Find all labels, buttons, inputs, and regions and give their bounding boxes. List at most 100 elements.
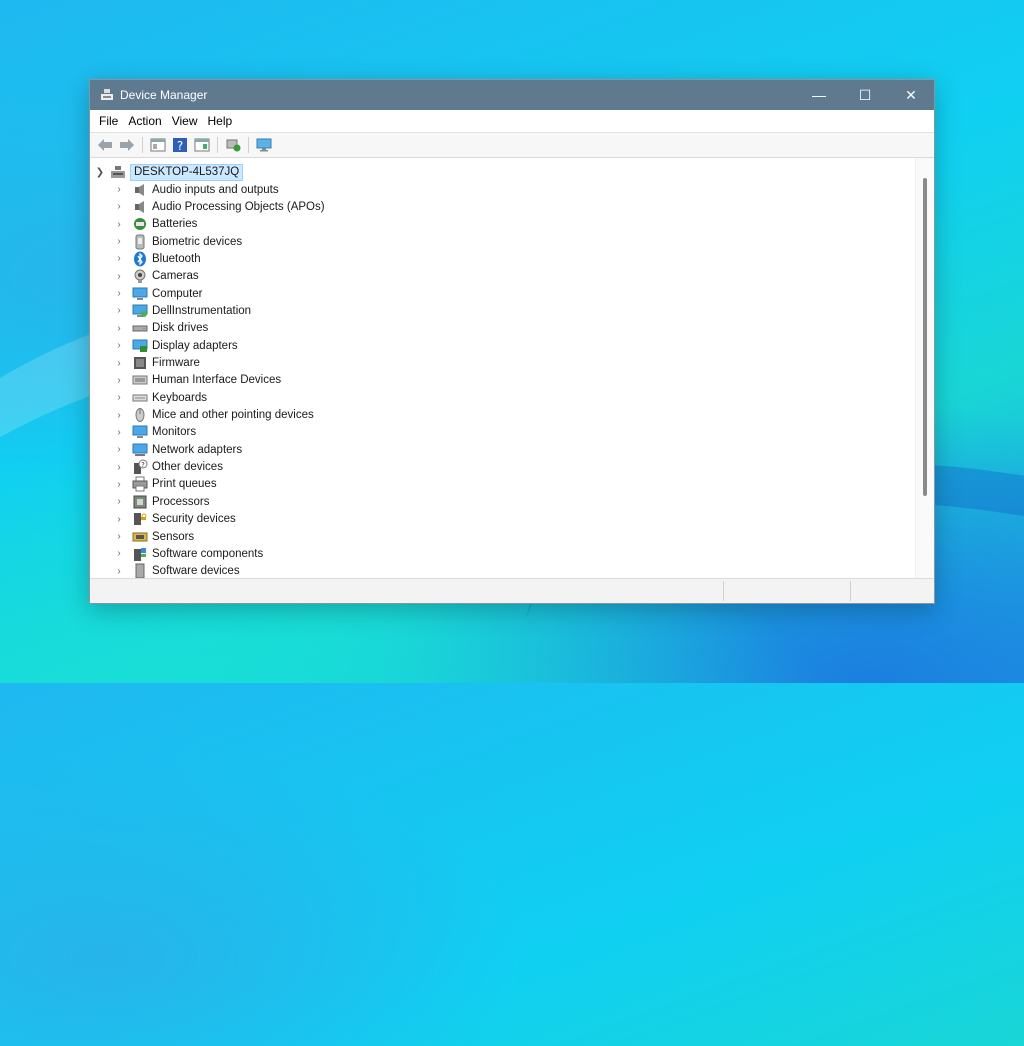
maximize-button[interactable]: ☐ bbox=[842, 80, 888, 110]
properties-icon[interactable] bbox=[149, 137, 167, 153]
speaker-icon bbox=[132, 199, 148, 215]
tree-item[interactable]: › Human Interface Devices bbox=[112, 372, 281, 389]
disk-icon bbox=[132, 320, 148, 336]
toolbar-separator bbox=[248, 137, 249, 153]
details-view-icon[interactable] bbox=[193, 137, 211, 153]
chevron-right-icon[interactable]: › bbox=[112, 253, 126, 264]
tree-item[interactable]: › Processors bbox=[112, 493, 210, 510]
chevron-right-icon[interactable]: › bbox=[112, 340, 126, 351]
chevron-right-icon[interactable]: › bbox=[112, 288, 126, 299]
tree-root[interactable]: ❯ DESKTOP-4L537JQ bbox=[94, 164, 244, 181]
chevron-right-icon[interactable]: › bbox=[112, 410, 126, 421]
chevron-right-icon[interactable]: › bbox=[112, 323, 126, 334]
chevron-right-icon[interactable]: › bbox=[112, 392, 126, 403]
back-icon[interactable] bbox=[96, 137, 114, 153]
tree-item-label: Other devices bbox=[152, 461, 223, 474]
hid-icon bbox=[132, 372, 148, 388]
title-bar[interactable]: Device Manager — ☐ ✕ bbox=[90, 80, 934, 110]
status-divider bbox=[850, 581, 851, 601]
chevron-right-icon[interactable]: › bbox=[112, 219, 126, 230]
tree-item[interactable]: ›? Other devices bbox=[112, 459, 223, 476]
minimize-button[interactable]: — bbox=[796, 80, 842, 110]
chevron-right-icon[interactable]: › bbox=[112, 514, 126, 525]
scan-hardware-icon[interactable] bbox=[224, 137, 242, 153]
battery-icon bbox=[132, 216, 148, 232]
toolbar: ? bbox=[90, 133, 934, 158]
chevron-right-icon[interactable]: › bbox=[112, 548, 126, 559]
tree-item[interactable]: › Display adapters bbox=[112, 337, 238, 354]
forward-icon[interactable] bbox=[118, 137, 136, 153]
device-tree[interactable]: ❯ DESKTOP-4L537JQ › Audio inputs and outp… bbox=[90, 158, 918, 578]
svg-text:?: ? bbox=[177, 139, 183, 153]
tree-item[interactable]: › Software devices bbox=[112, 563, 240, 578]
tree-item-label: Bluetooth bbox=[152, 252, 201, 265]
tree-item-label: Computer bbox=[152, 287, 203, 300]
monitor-icon bbox=[132, 424, 148, 440]
tree-item[interactable]: › DellInstrumentation bbox=[112, 302, 251, 319]
svg-text:?: ? bbox=[141, 461, 145, 469]
menu-file[interactable]: File bbox=[94, 114, 123, 128]
window-title: Device Manager bbox=[120, 88, 208, 102]
tree-item-label: Processors bbox=[152, 495, 210, 508]
security-icon bbox=[132, 511, 148, 527]
close-button[interactable]: ✕ bbox=[888, 80, 934, 110]
chevron-right-icon[interactable]: › bbox=[112, 271, 126, 282]
tree-item[interactable]: › Monitors bbox=[112, 424, 196, 441]
tree-item[interactable]: › Cameras bbox=[112, 268, 199, 285]
monitor-icon[interactable] bbox=[255, 137, 273, 153]
chevron-right-icon[interactable]: › bbox=[112, 184, 126, 195]
tree-item[interactable]: › Mice and other pointing devices bbox=[112, 407, 314, 424]
tree-item[interactable]: › Biometric devices bbox=[112, 233, 242, 250]
toolbar-separator bbox=[142, 137, 143, 153]
menu-help[interactable]: Help bbox=[203, 114, 238, 128]
software-component-icon bbox=[132, 546, 148, 562]
tree-item-label: Software components bbox=[152, 547, 264, 560]
tree-item-label: Keyboards bbox=[152, 391, 207, 404]
tree-item-label: Disk drives bbox=[152, 322, 209, 335]
tree-item[interactable]: › Sensors bbox=[112, 528, 194, 545]
chevron-right-icon[interactable]: › bbox=[112, 496, 126, 507]
status-divider bbox=[723, 581, 724, 601]
chevron-right-icon[interactable]: › bbox=[112, 427, 126, 438]
chevron-right-icon[interactable]: › bbox=[112, 305, 126, 316]
chevron-down-icon[interactable]: ❯ bbox=[94, 167, 106, 178]
mouse-icon bbox=[132, 407, 148, 423]
menu-view[interactable]: View bbox=[167, 114, 203, 128]
processor-icon bbox=[132, 494, 148, 510]
scrollbar-thumb[interactable] bbox=[923, 178, 927, 496]
tree-item[interactable]: › Network adapters bbox=[112, 441, 242, 458]
tree-item[interactable]: › Keyboards bbox=[112, 389, 207, 406]
menu-bar: File Action View Help bbox=[90, 110, 934, 133]
tree-item[interactable]: › Software components bbox=[112, 545, 263, 562]
chevron-right-icon[interactable]: › bbox=[112, 201, 126, 212]
speaker-icon bbox=[132, 182, 148, 198]
tree-item-label: Monitors bbox=[152, 426, 197, 439]
tree-item[interactable]: › Print queues bbox=[112, 476, 217, 493]
camera-icon bbox=[132, 268, 148, 284]
help-icon[interactable]: ? bbox=[171, 137, 189, 153]
chevron-right-icon[interactable]: › bbox=[112, 479, 126, 490]
tree-item[interactable]: › Bluetooth bbox=[112, 250, 201, 267]
computer-name[interactable]: DESKTOP-4L537JQ bbox=[130, 164, 244, 181]
chevron-right-icon[interactable]: › bbox=[112, 462, 126, 473]
chevron-right-icon[interactable]: › bbox=[112, 566, 126, 577]
other-device-icon: ? bbox=[132, 459, 148, 475]
device-manager-icon bbox=[100, 88, 114, 102]
tree-item[interactable]: › Disk drives bbox=[112, 320, 208, 337]
chevron-right-icon[interactable]: › bbox=[112, 531, 126, 542]
chevron-right-icon[interactable]: › bbox=[112, 444, 126, 455]
tree-item-label: Software devices bbox=[152, 565, 240, 578]
chevron-right-icon[interactable]: › bbox=[112, 358, 126, 369]
tree-item[interactable]: › Firmware bbox=[112, 355, 200, 372]
display-adapter-icon bbox=[132, 338, 148, 354]
tree-item[interactable]: › Security devices bbox=[112, 511, 236, 528]
tree-item-label: DellInstrumentation bbox=[152, 304, 252, 317]
tree-item[interactable]: › Batteries bbox=[112, 216, 197, 233]
bluetooth-icon bbox=[132, 251, 148, 267]
chevron-right-icon[interactable]: › bbox=[112, 236, 126, 247]
menu-action[interactable]: Action bbox=[123, 114, 166, 128]
tree-item[interactable]: › Audio inputs and outputs bbox=[112, 181, 279, 198]
tree-item[interactable]: › Computer bbox=[112, 285, 203, 302]
tree-item[interactable]: › Audio Processing Objects (APOs) bbox=[112, 198, 325, 215]
chevron-right-icon[interactable]: › bbox=[112, 375, 126, 386]
